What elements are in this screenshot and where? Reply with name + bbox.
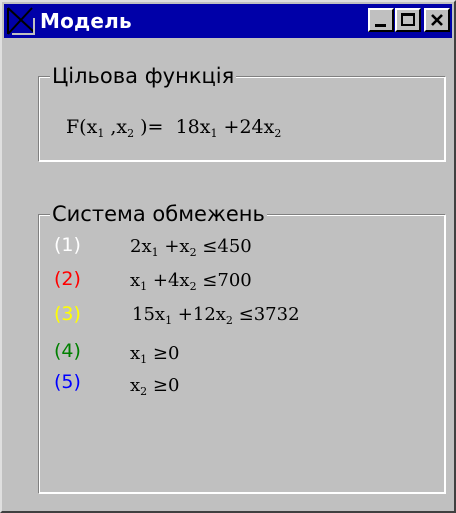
objective-group-label: Цільова функція: [50, 64, 237, 88]
window-title: Модель: [40, 9, 132, 33]
constraint-formula: 2x1 +x2 ≤450: [130, 236, 252, 259]
constraint-number: (5): [54, 371, 81, 393]
constraint-formula: 15x1 +12x2 ≤3732: [132, 304, 300, 327]
maximize-button[interactable]: [395, 8, 421, 32]
constraint-number: (2): [54, 268, 81, 290]
objective-formula: F(x1 ,x2 )= 18x1 +24x2: [66, 116, 282, 140]
constraint-number: (4): [54, 340, 81, 362]
constraint-formula: x2 ≥0: [130, 375, 180, 398]
title-bar[interactable]: Модель: [4, 4, 452, 38]
constraint-number: (1): [54, 234, 81, 256]
minimize-icon: [375, 24, 386, 27]
constraint-formula: x1 +4x2 ≤700: [130, 270, 252, 293]
minimize-button[interactable]: [368, 8, 394, 32]
close-icon: [431, 14, 443, 26]
model-window: Модель Цільова функція F(x1 ,x2 )= 18x1 …: [0, 0, 456, 513]
maximize-icon: [401, 13, 415, 26]
close-button[interactable]: [424, 8, 450, 32]
constraint-formula: x1 ≥0: [130, 343, 180, 366]
app-icon: [7, 7, 35, 35]
constraints-group-label: Система обмежень: [50, 202, 267, 226]
constraint-number: (3): [54, 303, 81, 325]
